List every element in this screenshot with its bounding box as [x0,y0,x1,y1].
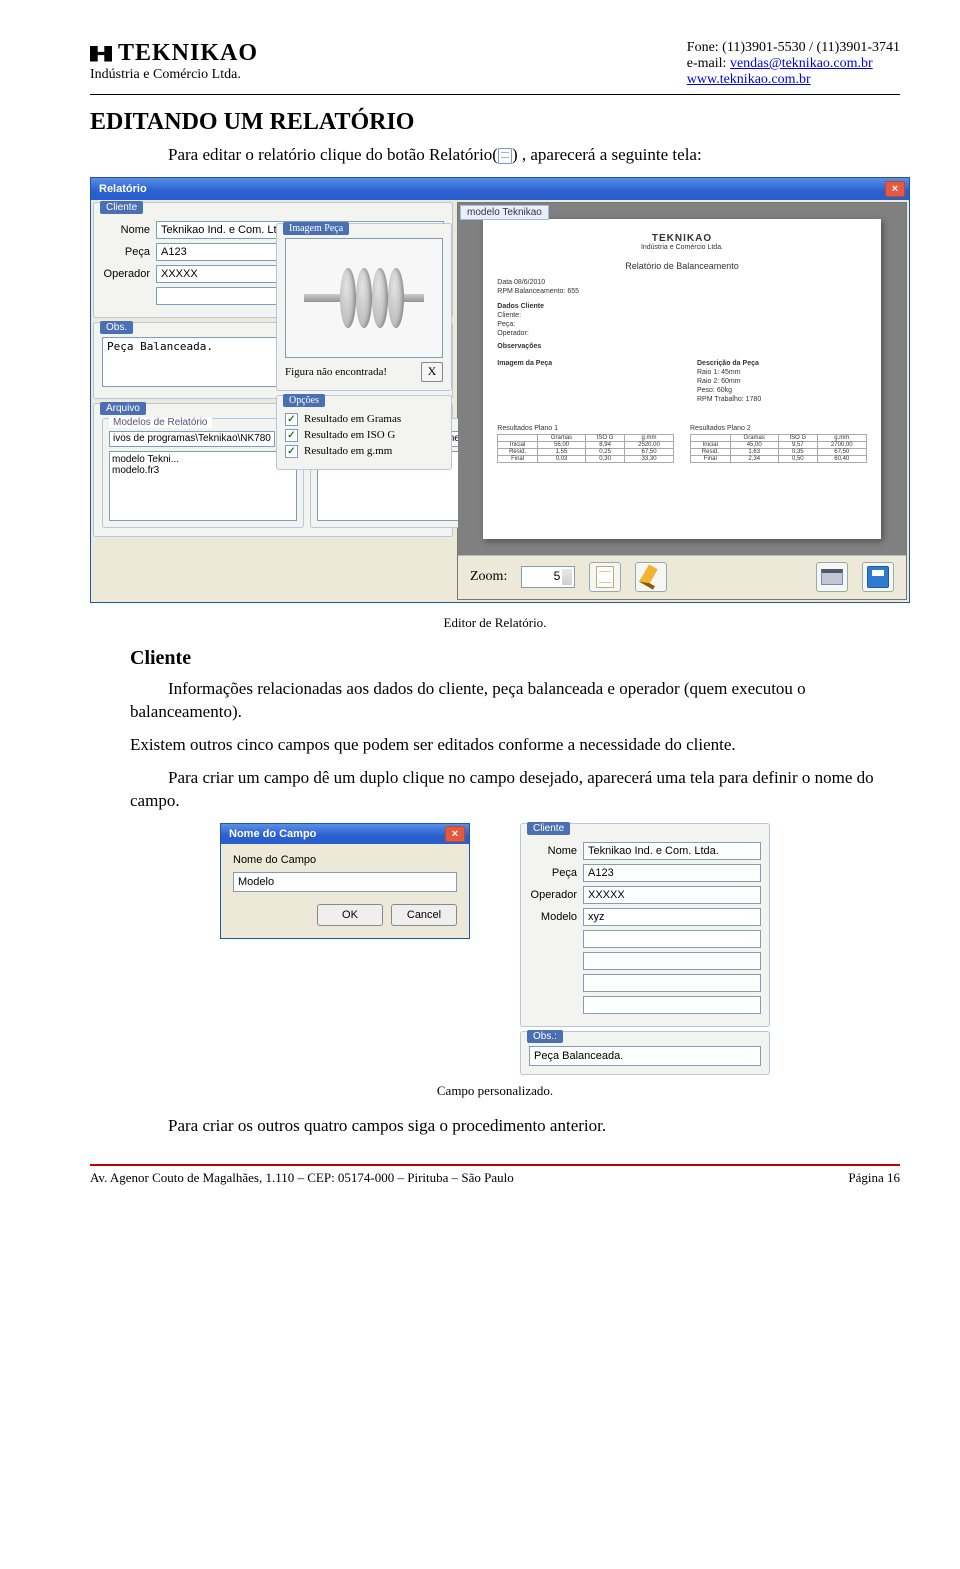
panel-obs-title: Obs.: [527,1030,563,1043]
panel-obs: Obs.: [520,1031,770,1075]
list-item[interactable]: modelo.fr3 [112,465,294,476]
zoom-stepper[interactable]: 5 [521,566,575,588]
zoom-label: Zoom: [470,569,507,585]
print-button[interactable] [816,562,848,592]
checkbox-gramas[interactable]: ✓ [285,413,298,426]
label-peca: Peça [102,246,150,258]
editor-title: Relatório [99,183,147,195]
paragraph-repeat: Para criar os outros quatro campos siga … [130,1115,900,1138]
field-name-dialog: Nome do Campo × Nome do Campo OK Cancel [220,823,470,939]
preview-report-title: Relatório de Balanceamento [497,261,866,271]
list-item[interactable]: modelo Tekni... [112,454,294,465]
close-icon[interactable]: × [445,826,465,842]
dialog-title: Nome do Campo [229,828,316,840]
cancel-button[interactable]: Cancel [391,904,457,926]
edit-button[interactable] [635,562,667,592]
email-link[interactable]: vendas@teknikao.com.br [730,56,873,71]
panel-input-extra4[interactable] [583,996,761,1014]
panel-input-extra2[interactable] [583,952,761,970]
paragraph-extra-fields: Existem outros cinco campos que podem se… [130,734,900,757]
close-icon[interactable]: × [885,181,905,197]
report-editor-window: Relatório × Cliente Nome Peça Operador O… [90,177,910,603]
paragraph-cliente-info: Informações relacionadas aos dados do cl… [130,678,900,724]
company-name: TEKNIKAO [118,40,258,67]
panel-cliente-title: Cliente [527,822,570,835]
caption-editor: Editor de Relatório. [90,615,900,631]
preview-tab[interactable]: modelo Teknikao [460,205,549,220]
group-arquivo-title: Arquivo [100,402,146,415]
save-button[interactable] [862,562,894,592]
subgroup-modelos: Modelos de Relatório ivos de programas\T… [102,418,304,528]
group-imagem: Imagem Peça Figura não encontrada! X [276,223,452,391]
panel-input-operador[interactable] [583,886,761,904]
group-obs-title: Obs. [100,321,133,334]
label-operador: Operador [102,268,150,280]
panel-obs-input[interactable] [529,1046,761,1066]
group-opcoes-title: Opções [283,394,325,407]
report-button-icon [498,148,512,164]
label-nome: Nome [102,224,150,236]
ok-button[interactable]: OK [317,904,383,926]
footer-address: Av. Agenor Couto de Magalhães, 1.110 – C… [90,1170,514,1186]
preview-brand-sub: Indústria e Comércio Ltda. [497,244,866,251]
section-heading: EDITANDO UM RELATÓRIO [90,109,900,136]
header-contact: Fone: (11)3901-5530 / (11)3901-3741 e-ma… [687,40,900,88]
panel-input-nome[interactable] [583,842,761,860]
modelos-listbox[interactable]: modelo Tekni... modelo.fr3 [109,451,297,521]
part-image-box [285,238,443,358]
image-notfound-label: Figura não encontrada! [285,366,387,378]
panel-input-modelo[interactable] [583,908,761,926]
company-tagline: Indústria e Comércio Ltda. [90,67,258,83]
dialog-field-label: Nome do Campo [233,854,457,866]
preview-table-plano2: GramasISO Gg.mm Inicial45,009,572700,00 … [690,434,867,463]
email-label: e-mail: [687,56,730,71]
panel-input-extra1[interactable] [583,930,761,948]
modelos-path[interactable]: ivos de programas\Teknikao\NK780 [109,431,275,447]
header-left: TEKNIKAO Indústria e Comércio Ltda. [90,40,258,88]
preview-pane: modelo Teknikao TEKNIKAO Indústria e Com… [457,202,907,600]
intro-paragraph: Para editar o relatório clique do botão … [130,144,900,167]
website-link[interactable]: www.teknikao.com.br [687,72,811,87]
group-cliente-title: Cliente [100,201,143,214]
caption-custom-field: Campo personalizado. [90,1083,900,1099]
footer-rule [90,1164,900,1166]
preview-table-plano1: GramasISO Gg.mm Inicial56,008,942520,00 … [497,434,674,463]
teknikao-logo-icon [90,46,112,62]
paragraph-create-field: Para criar um campo dê um duplo clique n… [130,767,900,813]
dialog-field-input[interactable] [233,872,457,892]
checkbox-gmm[interactable]: ✓ [285,445,298,458]
phone-line: Fone: (11)3901-5530 / (11)3901-3741 [687,40,900,56]
subheading-cliente: Cliente [130,647,900,670]
panel-input-extra3[interactable] [583,974,761,992]
checkbox-isog[interactable]: ✓ [285,429,298,442]
group-imagem-title: Imagem Peça [283,222,349,235]
header-rule [90,94,900,95]
panel-input-peca[interactable] [583,864,761,882]
preview-page: TEKNIKAO Indústria e Comércio Ltda. Rela… [483,219,880,539]
panel-cliente: Cliente Nome Peça Operador Modelo [520,823,770,1027]
group-opcoes: Opções ✓Resultado em Gramas ✓Resultado e… [276,395,452,470]
preview-brand: TEKNIKAO [497,233,866,244]
clear-image-button[interactable]: X [421,362,443,382]
footer-page: Página 16 [848,1170,900,1186]
modelos-title: Modelos de Relatório [109,417,212,428]
template-button[interactable] [589,562,621,592]
